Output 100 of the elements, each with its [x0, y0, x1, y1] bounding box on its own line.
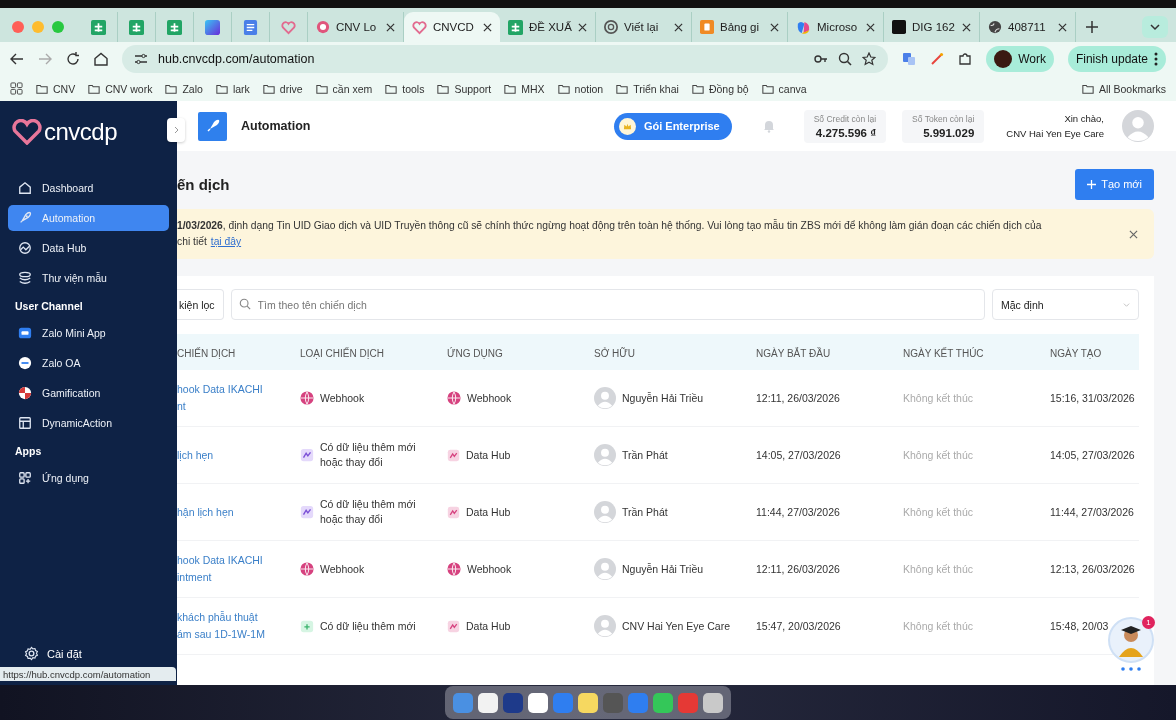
more-icon[interactable] [1154, 52, 1158, 66]
bookmark-folder[interactable]: drive [262, 82, 303, 95]
crown-icon [622, 121, 632, 131]
filter-button[interactable]: kiện lọc [177, 289, 224, 320]
close-window-button[interactable] [12, 21, 24, 33]
user-avatar [1122, 110, 1154, 142]
app-icon [892, 20, 906, 34]
create-button[interactable]: Tạo mới [1075, 168, 1154, 200]
campaign-link[interactable]: khách phẫu thuật ám sau 1D-1W-1M [177, 609, 265, 643]
column-header: NGÀY BẮT ĐẦU [756, 348, 831, 359]
dock-app-icon[interactable] [528, 692, 548, 713]
bookmark-folder[interactable]: MHX [504, 82, 545, 95]
bookmark-folder[interactable]: notion [557, 82, 604, 95]
bookmark-folder[interactable]: Support [437, 82, 492, 95]
data-hub-icon [447, 448, 460, 462]
dock-app-icon[interactable] [478, 692, 498, 713]
credit-value: 4.275.596 ₫ [815, 126, 877, 139]
close-icon[interactable] [386, 22, 395, 32]
automation-icon [198, 111, 227, 141]
details-link[interactable]: tại đây [210, 234, 242, 250]
nav-item[interactable]: Dashboard [8, 175, 169, 201]
close-icon[interactable] [962, 22, 971, 32]
bookmark-folder[interactable]: Triển khai [616, 82, 679, 95]
new-tab-icon[interactable] [1086, 21, 1098, 33]
close-icon[interactable] [1058, 22, 1067, 32]
back-icon[interactable] [10, 52, 24, 66]
bookmark-folder[interactable]: lark [215, 82, 250, 95]
site-settings-icon[interactable] [134, 52, 148, 66]
spreadsheet-icon [167, 19, 182, 35]
wheel-icon [18, 386, 32, 400]
settings-nav-item[interactable]: Cài đặt [24, 646, 177, 661]
nav-item[interactable]: DynamicAction [8, 410, 169, 436]
bookmark-folder[interactable]: CNV work [88, 82, 153, 95]
address-bar[interactable]: hub.cnvcdp.com/automation [122, 45, 889, 73]
browser-tab[interactable]: CNVCD [404, 12, 500, 42]
bookmark-folder[interactable]: Đồng bộ [691, 82, 749, 95]
campaign-link[interactable]: hook Data IKACHI intment [177, 552, 263, 586]
close-icon[interactable] [578, 22, 587, 32]
calendar-icon [300, 619, 314, 633]
nav-item[interactable]: Gamification [8, 380, 169, 406]
link-preview-url: https://hub.cnvcdp.com/automation [0, 667, 176, 681]
finish-update-button[interactable]: Finish update [1067, 46, 1166, 72]
nav-item[interactable]: Zalo OA [8, 350, 169, 376]
start-date: 12:11, 26/03/2026 [756, 392, 840, 404]
profile-button[interactable]: Work [986, 46, 1054, 72]
tab-search-button[interactable] [1142, 16, 1168, 38]
dock-app-icon[interactable] [703, 692, 723, 713]
app-name: Webhook [467, 563, 512, 575]
nav-item[interactable]: Zalo Mini App [8, 320, 169, 346]
forward-icon[interactable] [38, 52, 52, 66]
user-name: CNV Hai Yen Eye Care [1006, 128, 1104, 139]
close-icon[interactable] [866, 22, 875, 32]
app-name: Data Hub [466, 506, 511, 518]
column-header: CHIẾN DỊCH [177, 348, 236, 359]
plan-button[interactable]: Gói Enterprise [613, 112, 732, 140]
folder-icon [385, 82, 398, 95]
apps-icon[interactable] [10, 82, 23, 95]
search-field[interactable]: Tìm theo tên chiến dịch [230, 289, 985, 320]
spreadsheet-icon [91, 19, 106, 35]
collapse-sidebar-button[interactable] [167, 118, 185, 142]
created-date: 11:44, 27/03/2026 [1050, 506, 1134, 518]
close-icon[interactable] [770, 22, 779, 32]
reload-icon[interactable] [66, 52, 80, 66]
bookmark-folder[interactable]: canva [761, 82, 807, 95]
campaign-link[interactable]: lịch hẹn [177, 446, 214, 464]
dock-app-icon[interactable] [653, 692, 673, 713]
bookmark-folder[interactable]: CNV [36, 82, 76, 95]
bookmark-folder[interactable]: cần xem [315, 82, 373, 95]
pen-icon[interactable] [930, 52, 945, 66]
owner-avatar [594, 615, 616, 637]
key-icon[interactable] [814, 52, 829, 66]
extensions-icon[interactable] [958, 52, 973, 66]
nav-item[interactable]: Thư viện mẫu [8, 265, 169, 291]
nav-item[interactable]: Ứng dụng [8, 465, 169, 491]
home-icon[interactable] [94, 52, 108, 66]
owner-avatar [594, 501, 616, 523]
home-icon [18, 181, 32, 195]
sort-dropdown[interactable]: Mặc định [992, 289, 1139, 320]
apps-icon [18, 471, 32, 485]
dock-app-icon[interactable] [578, 692, 598, 713]
close-icon[interactable] [674, 22, 683, 32]
close-icon[interactable] [483, 22, 492, 32]
chart-icon [18, 241, 32, 255]
token-label: Số Token còn lại [912, 113, 975, 124]
star-icon[interactable] [862, 52, 877, 66]
end-date: Không kết thúc [903, 392, 974, 404]
owner-avatar [594, 387, 616, 409]
bookmark-folder[interactable]: tools [385, 82, 425, 95]
bookmark-folder[interactable]: Zalo [165, 82, 203, 95]
close-icon[interactable] [1129, 229, 1138, 239]
app-name: Webhook [467, 392, 512, 404]
end-date: Không kết thúc [903, 620, 974, 632]
campaign-link[interactable]: hook Data IKACHI nt [177, 381, 263, 415]
nav-item[interactable]: Data Hub [8, 235, 169, 261]
campaign-link[interactable]: hận lịch hẹn [177, 503, 234, 521]
translate-icon[interactable] [902, 52, 917, 66]
all-bookmarks-folder[interactable]: All Bookmarks [1081, 82, 1166, 95]
zoom-icon[interactable] [838, 52, 853, 66]
folder-icon [1081, 82, 1094, 95]
search-icon [238, 298, 251, 310]
